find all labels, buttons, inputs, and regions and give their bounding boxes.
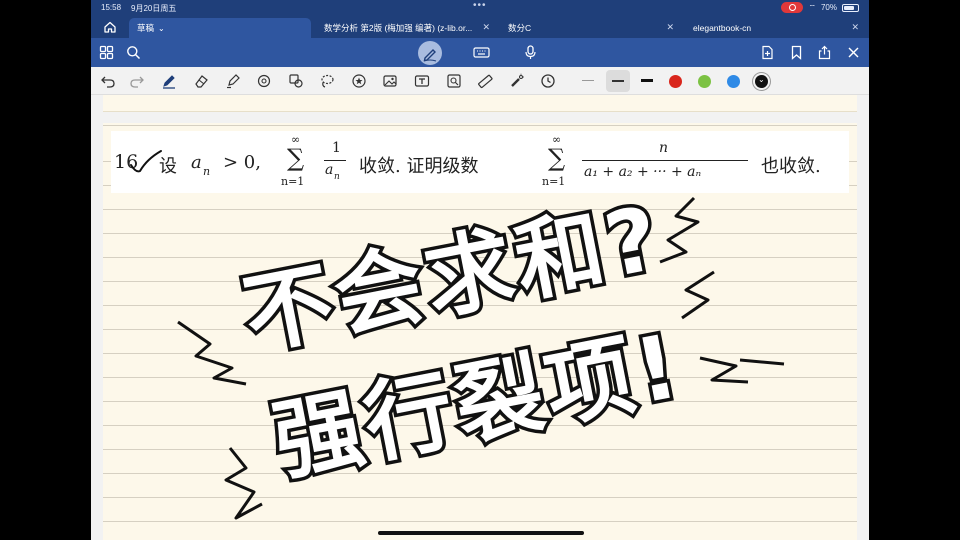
battery-icon <box>842 3 859 12</box>
frac1-line <box>324 160 346 161</box>
image-icon[interactable] <box>382 73 398 89</box>
color-green-swatch[interactable] <box>698 75 711 88</box>
drawing-toolbar: ⌄ <box>91 67 869 95</box>
stroke-medium-option[interactable] <box>606 70 630 92</box>
stroke-thin-option[interactable] <box>582 80 594 81</box>
problem-mid-text: 收敛. 证明级数 <box>359 156 479 177</box>
chevron-down-icon[interactable]: ⌄ <box>158 24 165 33</box>
redo-icon[interactable] <box>129 73 145 89</box>
main-toolbar <box>91 38 869 67</box>
stroke-thick-option[interactable] <box>641 79 653 82</box>
tab-bar: 草稿 ⌄ 数学分析 第2版 (梅加强 编著) (z-lib.or... ✕ 数分… <box>91 16 869 38</box>
close-icon[interactable]: ✕ <box>666 22 674 33</box>
condition-sub: n <box>203 165 211 178</box>
grid-icon[interactable] <box>99 45 114 60</box>
problem-statement-image: 16 设 a n > 0, ∞ ∑ n=1 1 a n 收敛. 证明级数 ∞ ∑… <box>111 131 849 193</box>
sum2-sigma: ∑ <box>548 144 566 172</box>
close-icon[interactable] <box>846 45 861 60</box>
status-time: 15:58 <box>101 3 122 12</box>
color-picker-black[interactable]: ⌄ <box>755 75 768 88</box>
frac2-den: a₁ + a₂ + ··· + aₙ <box>584 164 702 180</box>
microphone-icon[interactable] <box>523 45 538 60</box>
tab-shufen-c[interactable]: 数分C ✕ <box>500 18 680 38</box>
pen-mode-button[interactable] <box>418 41 442 65</box>
pen-mode-icon <box>423 49 437 62</box>
tab-elegantbook[interactable]: elegantbook-cn ✕ <box>685 18 865 38</box>
bookmark-icon[interactable] <box>789 45 804 60</box>
shape-icon[interactable] <box>256 73 272 89</box>
stroke-medium-line <box>612 80 624 82</box>
wifi-icon: ⌔ <box>808 2 816 12</box>
ruler-icon[interactable] <box>477 73 493 89</box>
lasso-fill-icon[interactable] <box>288 73 304 89</box>
sum2-bottom: n=1 <box>542 175 566 188</box>
highlighter-icon[interactable] <box>225 73 241 89</box>
condition-var: a <box>191 152 202 173</box>
textbox-icon[interactable] <box>414 73 430 89</box>
color-blue-swatch[interactable] <box>727 75 740 88</box>
status-date: 9月20日周五 <box>131 4 177 13</box>
home-icon[interactable] <box>103 20 117 34</box>
status-bar: 15:58 9月20日周五 ••• ⌔ 70% <box>91 0 869 16</box>
close-icon[interactable]: ✕ <box>851 22 859 33</box>
sum1-bottom: n=1 <box>281 175 305 188</box>
star-icon[interactable] <box>351 73 367 89</box>
image-search-icon[interactable] <box>446 73 462 89</box>
frac2-line <box>582 160 748 161</box>
chevron-down-icon: ⌄ <box>758 75 765 84</box>
frac2-num: n <box>659 140 669 156</box>
add-page-icon[interactable] <box>760 45 775 60</box>
frac1-num: 1 <box>332 140 341 156</box>
screen-record-icon <box>781 2 804 13</box>
document-canvas[interactable]: 16 设 a n > 0, ∞ ∑ n=1 1 a n 收敛. 证明级数 ∞ ∑… <box>91 95 869 540</box>
note-page[interactable]: 16 设 a n > 0, ∞ ∑ n=1 1 a n 收敛. 证明级数 ∞ ∑… <box>103 123 857 540</box>
condition-gt: > 0, <box>223 152 261 173</box>
tab-draft[interactable]: 草稿 ⌄ <box>129 18 311 38</box>
tab-math-analysis[interactable]: 数学分析 第2版 (梅加强 编著) (z-lib.or... ✕ <box>316 18 496 38</box>
multitask-dots-icon[interactable]: ••• <box>473 0 487 11</box>
tab-label: 数分C <box>508 23 532 33</box>
sum1-sigma: ∑ <box>287 144 305 172</box>
status-right: ⌔ 70% <box>781 2 859 13</box>
laser-icon[interactable] <box>509 73 525 89</box>
clock-icon[interactable] <box>540 73 556 89</box>
problem-lead-text: 设 <box>159 156 177 177</box>
eraser-icon[interactable] <box>193 73 209 89</box>
color-red-swatch[interactable] <box>669 75 682 88</box>
close-icon[interactable]: ✕ <box>482 22 490 33</box>
home-indicator[interactable] <box>378 531 584 535</box>
tab-label: elegantbook-cn <box>693 23 752 33</box>
share-icon[interactable] <box>817 45 832 60</box>
search-icon[interactable] <box>126 45 141 60</box>
frac1-den-sub: n <box>334 172 340 182</box>
battery-percent: 70% <box>820 3 837 12</box>
tab-label: 数学分析 第2版 (梅加强 编著) (z-lib.or... <box>324 23 473 33</box>
previous-page[interactable] <box>103 95 857 112</box>
ipad-screen: 15:58 9月20日周五 ••• ⌔ 70% 草稿 ⌄ 数学分析 第2版 (梅… <box>91 0 869 540</box>
frac1-den: a <box>325 162 334 178</box>
tab-label: 草稿 <box>137 23 155 33</box>
undo-icon[interactable] <box>100 73 116 89</box>
problem-end-text: 也收敛. <box>761 156 821 177</box>
lasso-icon[interactable] <box>319 73 335 89</box>
pen-icon[interactable] <box>161 73 177 89</box>
keyboard-icon[interactable] <box>473 45 490 60</box>
